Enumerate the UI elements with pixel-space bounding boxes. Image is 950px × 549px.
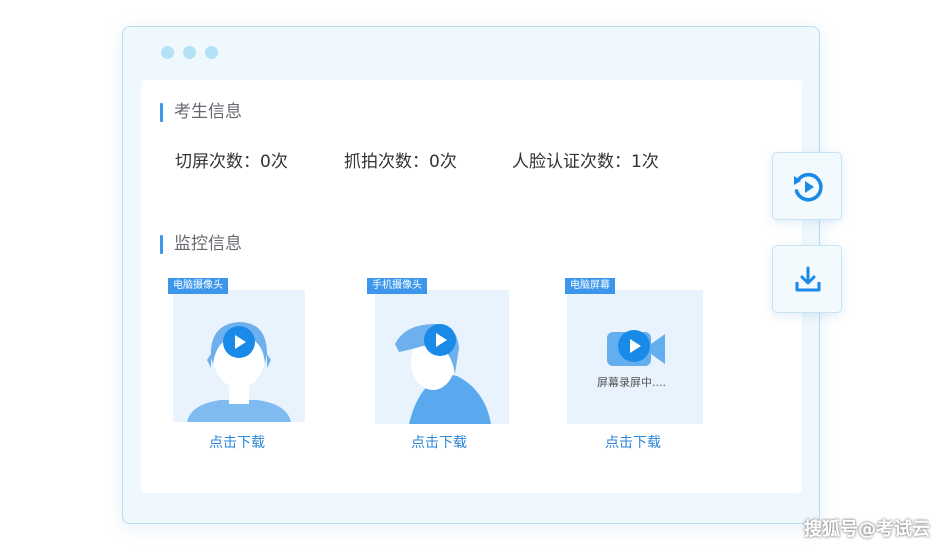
- face-auth-count: 人脸认证次数：1次: [512, 152, 659, 172]
- replay-icon: [794, 172, 823, 202]
- window-dot: [183, 46, 196, 59]
- window-dot: [161, 46, 174, 59]
- play-button[interactable]: [223, 326, 255, 358]
- watermark: 搜狐号@考试云: [804, 519, 930, 540]
- play-button[interactable]: [424, 324, 456, 356]
- switch-screen-count: 切屏次数：0次: [175, 152, 288, 172]
- person-side-avatar: [395, 324, 491, 424]
- monitor-info-title: 监控信息: [160, 234, 242, 254]
- snapshot-count: 抓拍次数：0次: [344, 152, 457, 172]
- phone-camera-thumbnail[interactable]: [375, 290, 509, 424]
- download-button[interactable]: [772, 245, 842, 313]
- download-icon: [795, 266, 821, 292]
- camera-type-tag: 电脑摄像头: [168, 278, 228, 294]
- recording-status: 屏幕录屏中....: [597, 376, 666, 389]
- download-link[interactable]: 点击下载: [411, 432, 467, 452]
- window-dot: [205, 46, 218, 59]
- play-button[interactable]: [618, 330, 650, 362]
- camera-type-tag: 手机摄像头: [367, 278, 427, 294]
- screen-type-tag: 电脑屏幕: [565, 278, 615, 294]
- content-panel: 考生信息 切屏次数：0次 抓拍次数：0次 人脸认证次数：1次 监控信息 电脑摄像…: [141, 80, 802, 493]
- download-link[interactable]: 点击下载: [209, 432, 265, 452]
- replay-button[interactable]: [772, 152, 842, 220]
- browser-window: 考生信息 切屏次数：0次 抓拍次数：0次 人脸认证次数：1次 监控信息 电脑摄像…: [122, 26, 820, 524]
- download-link[interactable]: 点击下载: [605, 432, 661, 452]
- exam-info-title: 考生信息: [160, 102, 242, 122]
